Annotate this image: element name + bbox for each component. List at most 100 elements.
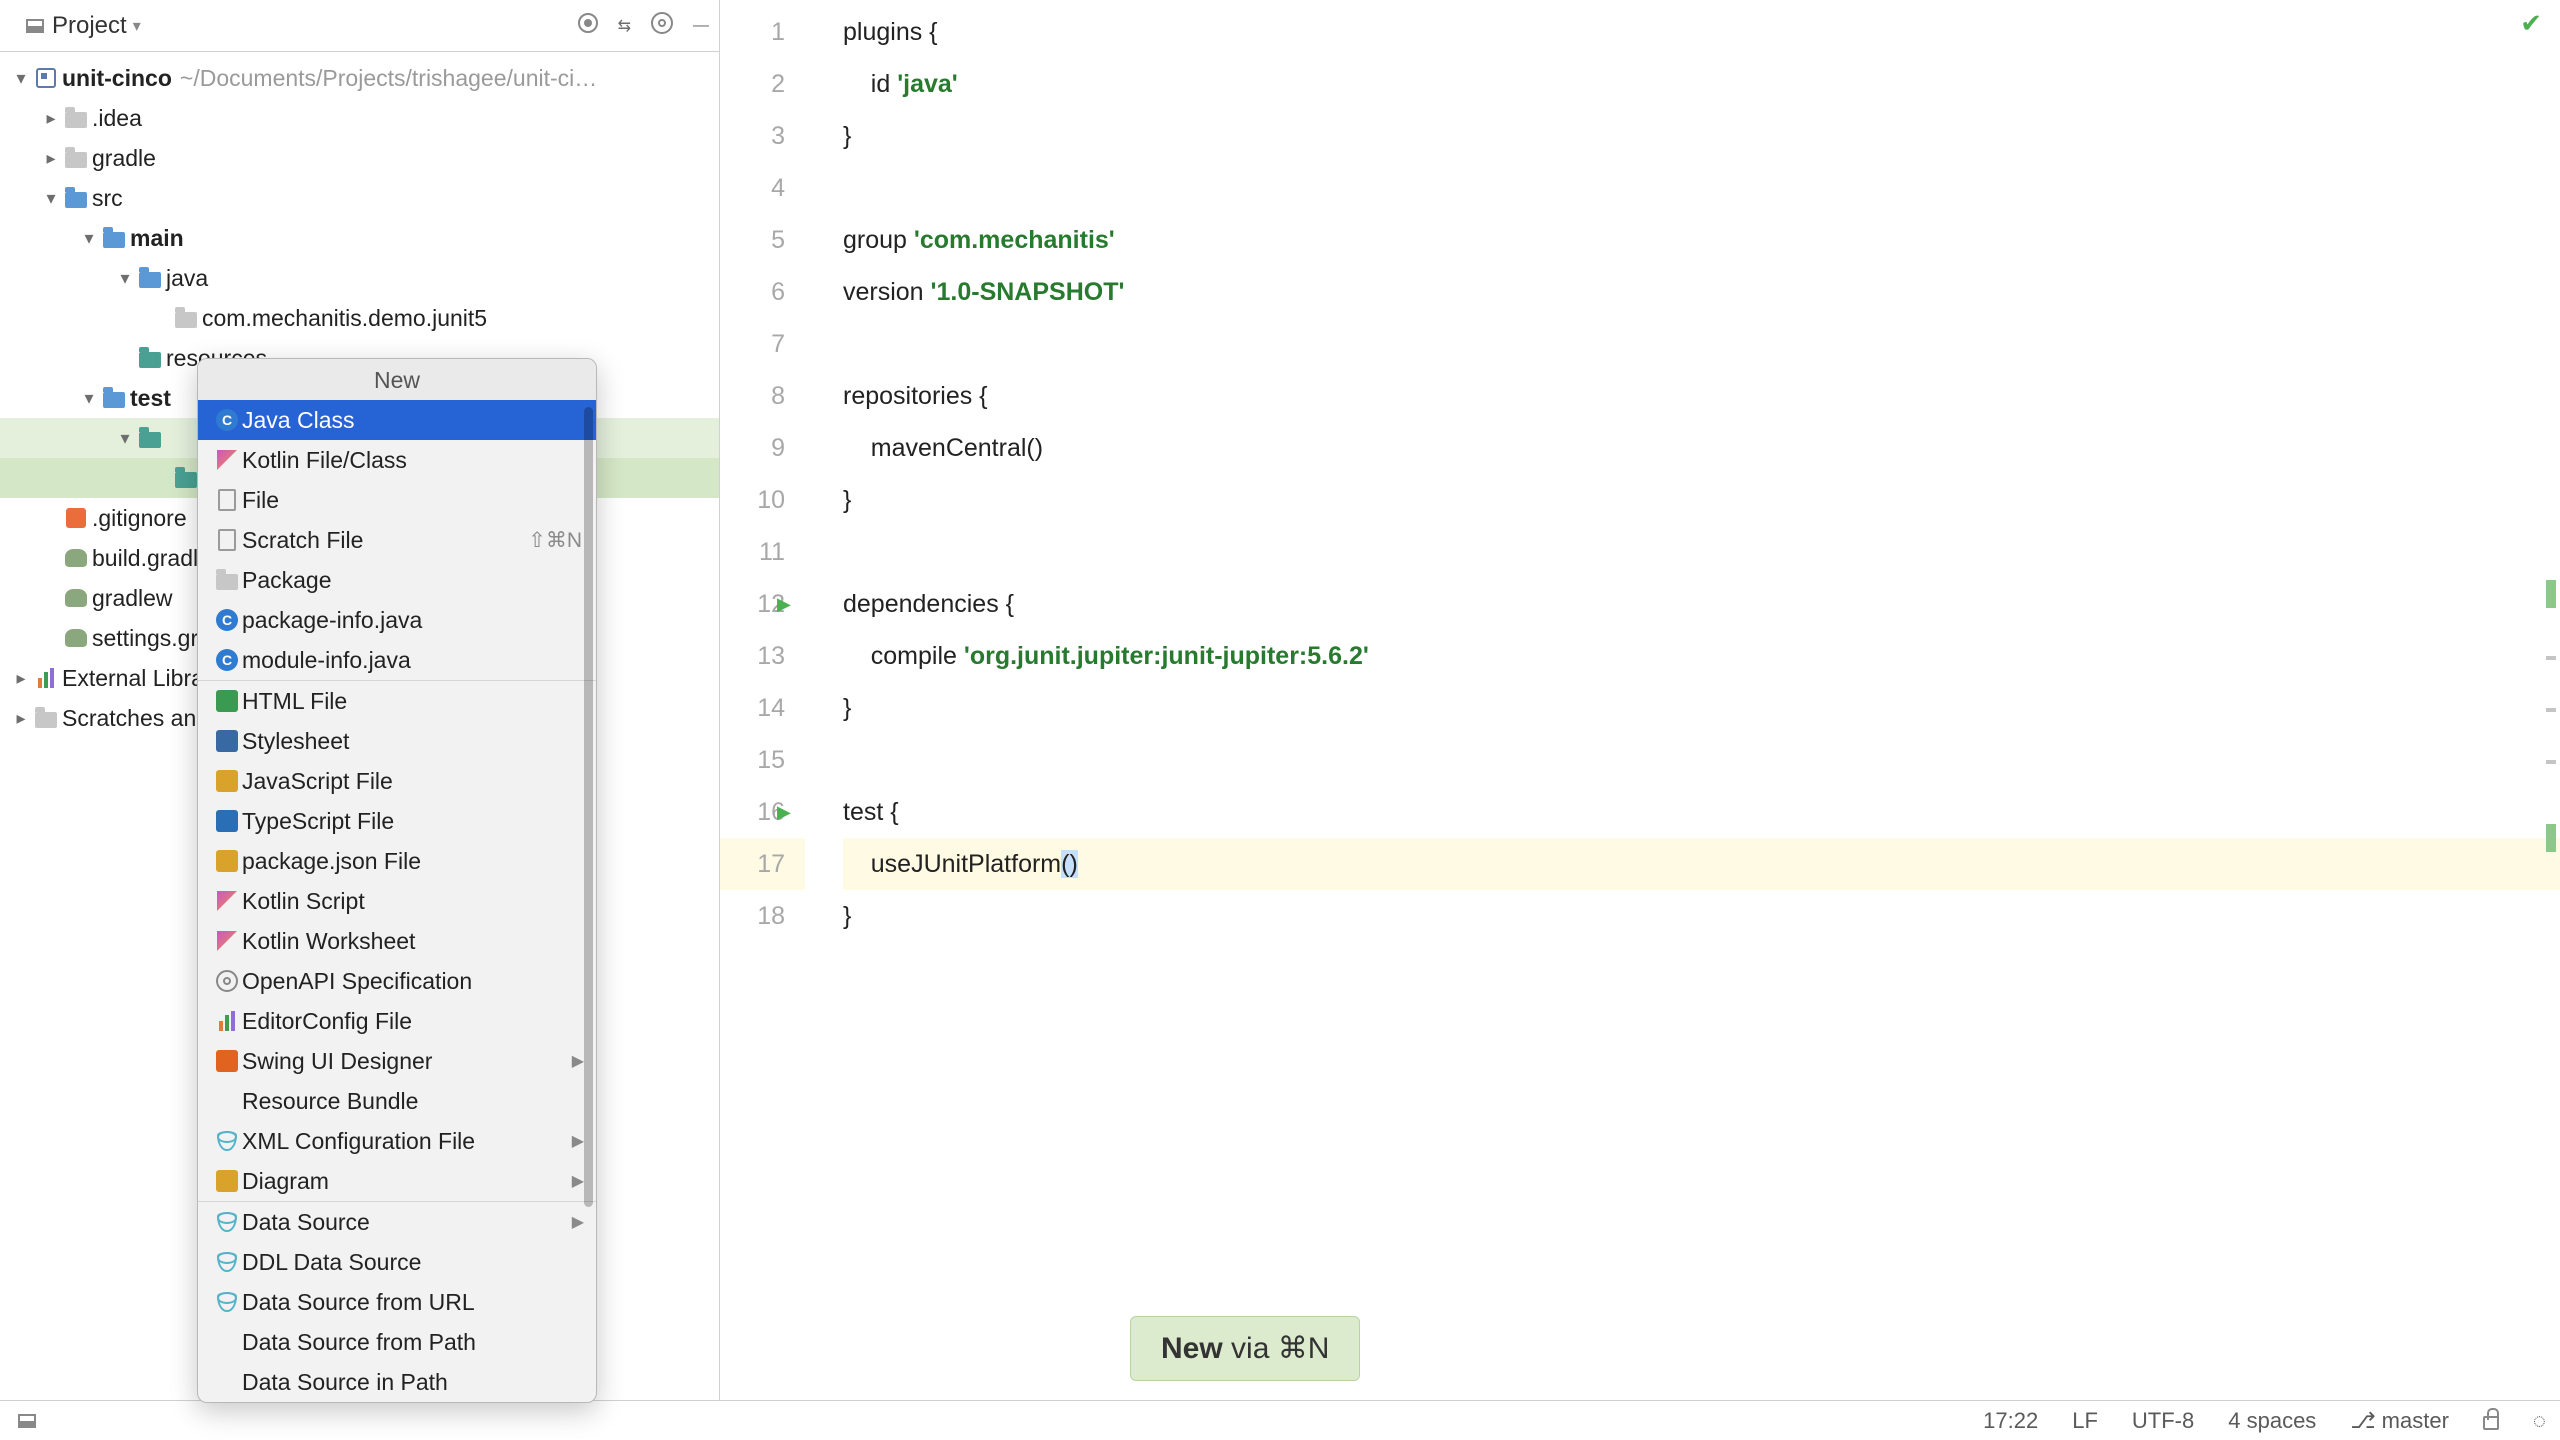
- tree-item[interactable]: ▸ gradle: [0, 138, 719, 178]
- project-panel-title[interactable]: Project: [52, 12, 127, 40]
- item-label: Swing UI Designer: [242, 1048, 582, 1075]
- tree-label: .gitignore: [92, 505, 187, 532]
- chevron-right-icon[interactable]: ▸: [10, 668, 32, 689]
- gradle-icon: [62, 629, 90, 647]
- tree-item[interactable]: ▸ .idea: [0, 98, 719, 138]
- inspection-ok-icon[interactable]: ✔: [2520, 8, 2542, 39]
- tree-root[interactable]: ▾ unit-cinco ~/Documents/Projects/trisha…: [0, 58, 719, 98]
- item-icon: C: [212, 609, 242, 631]
- item-label: OpenAPI Specification: [242, 968, 582, 995]
- status-time[interactable]: 17:22: [1983, 1408, 2038, 1434]
- chevron-right-icon[interactable]: ▸: [40, 108, 62, 129]
- item-label: Diagram: [242, 1168, 582, 1195]
- popup-item[interactable]: Data Source▶: [198, 1202, 596, 1242]
- item-icon: [212, 1011, 242, 1031]
- popup-item[interactable]: Data Source from Path: [198, 1322, 596, 1362]
- item-icon: [212, 450, 242, 470]
- item-label: Resource Bundle: [242, 1088, 582, 1115]
- popup-item[interactable]: package.json File: [198, 841, 596, 881]
- status-lock-icon[interactable]: [2483, 1414, 2499, 1428]
- line-gutter[interactable]: 123456789101112131415161718: [720, 0, 805, 1440]
- popup-item[interactable]: Diagram▶: [198, 1161, 596, 1201]
- popup-item[interactable]: TypeScript File: [198, 801, 596, 841]
- tool-window-toggle-icon[interactable]: [18, 1408, 36, 1434]
- item-label: TypeScript File: [242, 808, 582, 835]
- collapse-icon[interactable]: ⇆: [618, 16, 631, 36]
- item-label: Data Source from URL: [242, 1289, 582, 1316]
- status-bar: 17:22 LF UTF-8 4 spaces ⎇ master ◌: [0, 1400, 2560, 1440]
- code-area[interactable]: plugins { id 'java'}group 'com.mechaniti…: [843, 0, 2560, 1440]
- popup-item[interactable]: Kotlin File/Class: [198, 440, 596, 480]
- item-label: Data Source in Path: [242, 1369, 582, 1396]
- marker-strip[interactable]: [2546, 580, 2556, 900]
- item-icon: [212, 1170, 242, 1192]
- popup-item[interactable]: EditorConfig File: [198, 1001, 596, 1041]
- popup-item[interactable]: XML Configuration File▶: [198, 1121, 596, 1161]
- popup-item[interactable]: Data Source in Path: [198, 1362, 596, 1402]
- item-label: HTML File: [242, 688, 582, 715]
- item-label: Kotlin File/Class: [242, 447, 582, 474]
- tree-label: com.mechanitis.demo.junit5: [202, 305, 487, 332]
- tree-item[interactable]: ▾ src: [0, 178, 719, 218]
- project-icon: [26, 19, 44, 33]
- chevron-right-icon[interactable]: ▸: [10, 708, 32, 729]
- chevron-down-icon[interactable]: ▾: [114, 268, 136, 289]
- popup-item[interactable]: HTML File: [198, 681, 596, 721]
- popup-item[interactable]: Resource Bundle: [198, 1081, 596, 1121]
- popup-item[interactable]: Swing UI Designer▶: [198, 1041, 596, 1081]
- tree-label: java: [166, 265, 208, 292]
- status-branch[interactable]: ⎇ master: [2350, 1408, 2449, 1434]
- item-icon: [212, 810, 242, 832]
- tree-item[interactable]: ▾ main: [0, 218, 719, 258]
- item-icon: [212, 970, 242, 992]
- tree-item[interactable]: com.mechanitis.demo.junit5: [0, 298, 719, 338]
- popup-item[interactable]: Package: [198, 560, 596, 600]
- chevron-down-icon[interactable]: ▾: [40, 188, 62, 209]
- item-label: JavaScript File: [242, 768, 582, 795]
- code-editor[interactable]: 123456789101112131415161718 ▶▶ plugins {…: [720, 0, 2560, 1440]
- select-opened-file-icon[interactable]: [578, 13, 598, 38]
- item-label: Scratch File: [242, 527, 528, 554]
- popup-item[interactable]: Cpackage-info.java: [198, 600, 596, 640]
- popup-item[interactable]: Stylesheet: [198, 721, 596, 761]
- item-label: package-info.java: [242, 607, 582, 634]
- item-icon: [212, 1131, 242, 1151]
- shortcut-toast: New via ⌘N: [1130, 1316, 1360, 1381]
- popup-item[interactable]: Cmodule-info.java: [198, 640, 596, 680]
- settings-icon[interactable]: [651, 12, 673, 39]
- popup-item[interactable]: Scratch File⇧⌘N: [198, 520, 596, 560]
- popup-item[interactable]: JavaScript File: [198, 761, 596, 801]
- popup-scrollbar[interactable]: [584, 407, 593, 1207]
- item-label: File: [242, 487, 582, 514]
- popup-item[interactable]: File: [198, 480, 596, 520]
- fold-strip[interactable]: ▶▶: [805, 0, 843, 1440]
- popup-item[interactable]: Kotlin Script: [198, 881, 596, 921]
- status-notifications-icon[interactable]: ◌: [2533, 1408, 2546, 1434]
- chevron-down-icon[interactable]: ▾: [133, 16, 141, 36]
- folder-icon: [136, 430, 164, 446]
- item-icon: [212, 1212, 242, 1232]
- chevron-down-icon[interactable]: ▾: [10, 68, 32, 89]
- tree-item[interactable]: ▾ java: [0, 258, 719, 298]
- status-indent[interactable]: 4 spaces: [2228, 1408, 2316, 1434]
- folder-icon: [62, 190, 90, 206]
- item-icon: [212, 529, 242, 551]
- chevron-down-icon[interactable]: ▾: [78, 228, 100, 249]
- folder-icon: [136, 270, 164, 286]
- status-eol[interactable]: LF: [2072, 1408, 2098, 1434]
- popup-title: New: [198, 359, 596, 400]
- folder-icon: [100, 390, 128, 406]
- popup-item[interactable]: Kotlin Worksheet: [198, 921, 596, 961]
- hide-icon[interactable]: —: [693, 17, 709, 35]
- popup-item[interactable]: CJava Class: [198, 400, 596, 440]
- chevron-right-icon[interactable]: ▸: [40, 148, 62, 169]
- chevron-down-icon[interactable]: ▾: [114, 428, 136, 449]
- chevron-down-icon[interactable]: ▾: [78, 388, 100, 409]
- popup-item[interactable]: OpenAPI Specification: [198, 961, 596, 1001]
- item-icon: [212, 850, 242, 872]
- tree-label: gradlew: [92, 585, 173, 612]
- status-encoding[interactable]: UTF-8: [2132, 1408, 2194, 1434]
- popup-item[interactable]: DDL Data Source: [198, 1242, 596, 1282]
- item-icon: [212, 489, 242, 511]
- popup-item[interactable]: Data Source from URL: [198, 1282, 596, 1322]
